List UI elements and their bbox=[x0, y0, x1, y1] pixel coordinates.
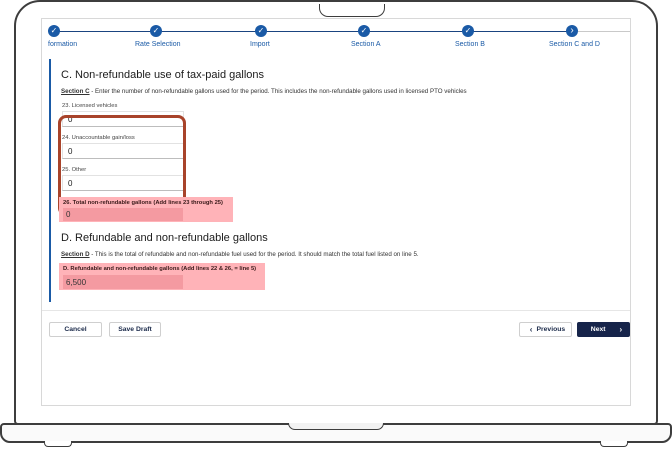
progress-stepper: ✓ formation ✓ Rate Selection ✓ Import ✓ … bbox=[42, 19, 630, 53]
previous-button-label: Previous bbox=[536, 326, 566, 333]
step-2-check-icon[interactable]: ✓ bbox=[150, 25, 162, 37]
screen: ✓ formation ✓ Rate Selection ✓ Import ✓ … bbox=[41, 18, 631, 406]
chevron-left-icon: ‹ bbox=[529, 325, 533, 334]
footer-divider bbox=[42, 310, 630, 311]
step-4-label[interactable]: Section A bbox=[351, 41, 381, 48]
laptop-base-notch bbox=[288, 423, 384, 430]
section-d-description: Section D - This is the total of refunda… bbox=[61, 251, 419, 258]
total-non-refundable-label: 26. Total non-refundable gallons (Add li… bbox=[63, 200, 223, 206]
section-c-desc-text: - Enter the number of non-refundable gal… bbox=[89, 88, 467, 95]
laptop-foot-right bbox=[600, 441, 628, 447]
step-2-label[interactable]: Rate Selection bbox=[135, 41, 181, 48]
camera-notch bbox=[319, 4, 385, 17]
next-button-label: Next bbox=[590, 326, 606, 333]
step-6-label[interactable]: Section C and D bbox=[549, 41, 600, 48]
cancel-button[interactable]: Cancel bbox=[49, 322, 102, 337]
step-4-check-icon[interactable]: ✓ bbox=[358, 25, 370, 37]
laptop-foot-left bbox=[44, 441, 72, 447]
section-c-title: C. Non-refundable use of tax-paid gallon… bbox=[61, 69, 265, 81]
section-d-desc-text: - This is the total of refundable and no… bbox=[89, 251, 419, 258]
stepper-track-remaining bbox=[572, 31, 630, 32]
refundable-non-refundable-value: 6,500 bbox=[66, 278, 87, 287]
save-draft-button[interactable]: Save Draft bbox=[109, 322, 161, 337]
refundable-non-refundable-field: D. Refundable and non-refundable gallons… bbox=[59, 263, 265, 290]
section-c-desc-bold: Section C bbox=[61, 88, 90, 95]
step-6-current-icon[interactable]: › bbox=[566, 25, 578, 37]
section-d-desc-bold: Section D bbox=[61, 251, 90, 258]
licensed-vehicles-label: 23. Licensed vehicles bbox=[62, 103, 118, 109]
total-non-refundable-value: 0 bbox=[66, 210, 71, 219]
stepper-track-complete bbox=[54, 31, 572, 32]
step-1-check-icon[interactable]: ✓ bbox=[48, 25, 60, 37]
form-content: C. Non-refundable use of tax-paid gallon… bbox=[49, 59, 626, 302]
section-d-title: D. Refundable and non-refundable gallons bbox=[61, 232, 268, 244]
total-non-refundable-input-bg bbox=[63, 208, 183, 221]
chevron-right-icon: › bbox=[619, 325, 623, 334]
step-5-label[interactable]: Section B bbox=[455, 41, 485, 48]
section-c-description: Section C - Enter the number of non-refu… bbox=[61, 88, 467, 95]
total-non-refundable-field: 26. Total non-refundable gallons (Add li… bbox=[59, 197, 233, 222]
previous-button[interactable]: ‹ Previous bbox=[519, 322, 572, 337]
step-5-check-icon[interactable]: ✓ bbox=[462, 25, 474, 37]
next-button[interactable]: Next › bbox=[577, 322, 630, 337]
step-1-label[interactable]: formation bbox=[48, 41, 77, 48]
refundable-non-refundable-label: D. Refundable and non-refundable gallons… bbox=[63, 266, 257, 272]
step-3-label[interactable]: Import bbox=[250, 41, 270, 48]
step-3-check-icon[interactable]: ✓ bbox=[255, 25, 267, 37]
